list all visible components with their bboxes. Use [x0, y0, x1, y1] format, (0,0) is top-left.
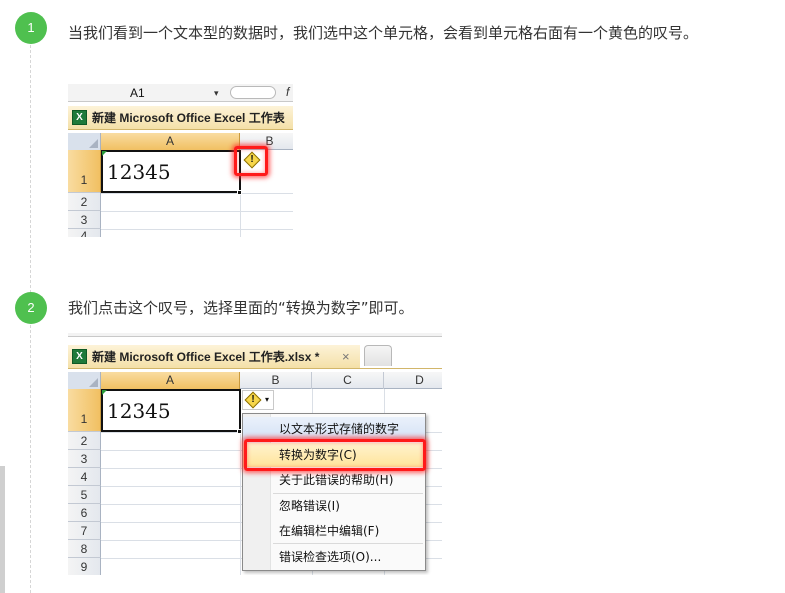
excel-file-icon: X — [72, 349, 87, 364]
workbook-tab[interactable]: X 新建 Microsoft Office Excel 工作表.xlsx * × — [68, 345, 360, 369]
cell-a1[interactable]: 12345 — [101, 389, 241, 432]
gridline — [101, 193, 293, 194]
highlight-box — [244, 439, 426, 471]
row-header-2[interactable]: 2 — [68, 432, 101, 450]
error-warning-button[interactable]: ! ▾ — [242, 390, 274, 410]
chevron-down-icon[interactable]: ▾ — [214, 85, 219, 101]
fx-icon: f — [286, 85, 290, 99]
cell-a1[interactable]: 12345 — [101, 150, 241, 193]
workbook-title: 新建 Microsoft Office Excel 工作表 — [92, 111, 285, 125]
highlight-box — [234, 146, 268, 176]
row-header-6[interactable]: 6 — [68, 504, 101, 522]
name-box[interactable]: A1 — [130, 333, 145, 335]
row-header-9[interactable]: 9 — [68, 558, 101, 575]
menu-separator — [273, 543, 423, 544]
tab-baseline — [360, 368, 442, 369]
excel-file-icon: X — [72, 110, 87, 125]
menu-header: 以文本形式存储的数字 — [243, 417, 425, 441]
column-header-a[interactable]: A — [101, 133, 240, 150]
select-all-corner[interactable] — [68, 133, 101, 150]
select-all-corner[interactable] — [68, 372, 101, 389]
excel-screenshot-1: A1 ▾ f X 新建 Microsoft Office Excel 工作表 A… — [68, 84, 293, 237]
gridline — [101, 211, 293, 212]
chevron-down-icon[interactable]: ▾ — [265, 395, 269, 404]
row-header-1[interactable]: 1 — [68, 150, 101, 193]
row-header-2[interactable]: 2 — [68, 193, 101, 211]
formula-bar: A1 ▾ f — [68, 84, 293, 102]
step-2-badge: 2 — [15, 292, 47, 324]
row-header-5[interactable]: 5 — [68, 486, 101, 504]
scrollbar[interactable] — [0, 466, 5, 593]
fill-handle[interactable] — [237, 190, 242, 195]
row-header-3[interactable]: 3 — [68, 450, 101, 468]
close-icon[interactable]: × — [342, 345, 350, 369]
name-box[interactable]: A1 — [68, 85, 228, 101]
column-header-a[interactable]: A — [101, 372, 240, 389]
step-2-text: 我们点击这个叹号，选择里面的“转换为数字”即可。 — [68, 299, 414, 317]
menu-item-error-options[interactable]: 错误检查选项(O)... — [243, 545, 425, 569]
menu-item-help[interactable]: 关于此错误的帮助(H) — [243, 468, 425, 492]
menu-item-edit-in-formula-bar[interactable]: 在编辑栏中编辑(F) — [243, 519, 425, 543]
step-1-text: 当我们看到一个文本型的数据时，我们选中这个单元格，会看到单元格右面有一个黄色的叹… — [68, 24, 699, 42]
column-headers: A B C D — [68, 372, 442, 389]
error-context-menu: 以文本形式存储的数字 转换为数字(C) 关于此错误的帮助(H) 忽略错误(I) … — [242, 413, 426, 571]
row-header-4[interactable]: 4 — [68, 229, 101, 237]
formula-bar: A1 12345 — [68, 333, 442, 337]
exclamation-icon: ! — [251, 394, 255, 405]
new-sheet-tab[interactable] — [364, 345, 392, 366]
workbook-title: 新建 Microsoft Office Excel 工作表.xlsx * — [92, 350, 320, 364]
menu-item-ignore[interactable]: 忽略错误(I) — [243, 494, 425, 518]
row-header-1[interactable]: 1 — [68, 389, 101, 432]
column-header-d[interactable]: D — [384, 372, 442, 389]
formula-bar-button[interactable] — [230, 86, 276, 99]
formula-value[interactable]: 12345 — [303, 333, 336, 335]
row-header-3[interactable]: 3 — [68, 211, 101, 229]
excel-screenshot-2: A1 12345 X 新建 Microsoft Office Excel 工作表… — [68, 333, 442, 575]
gridline — [101, 229, 293, 230]
step-1-badge: 1 — [15, 12, 47, 44]
row-header-7[interactable]: 7 — [68, 522, 101, 540]
workbook-tab[interactable]: X 新建 Microsoft Office Excel 工作表 — [68, 106, 293, 130]
row-header-4[interactable]: 4 — [68, 468, 101, 486]
column-header-b[interactable]: B — [240, 372, 312, 389]
column-header-c[interactable]: C — [312, 372, 384, 389]
row-header-8[interactable]: 8 — [68, 540, 101, 558]
